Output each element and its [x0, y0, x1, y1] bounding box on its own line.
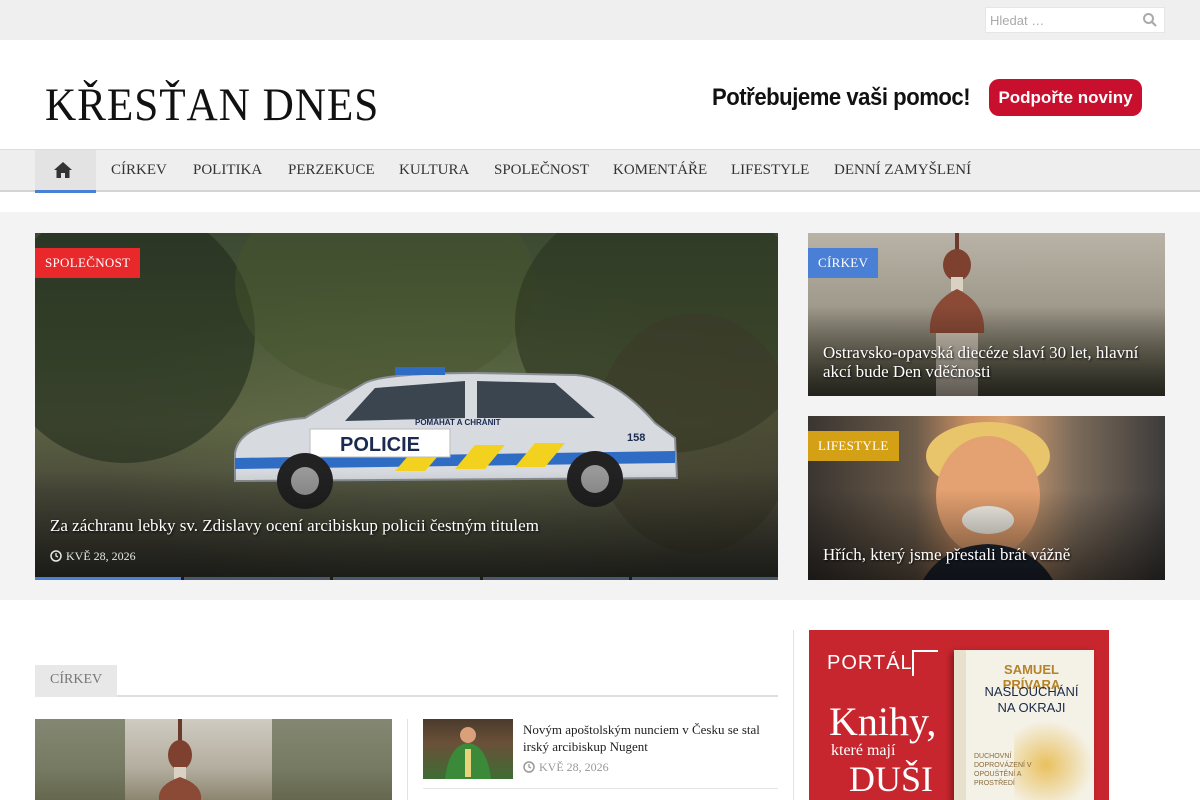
hero-category-badge[interactable]: SPOLEČNOST [35, 248, 141, 278]
nav-item-komentare[interactable]: KOMENTÁŘE [613, 150, 707, 191]
search-box [985, 7, 1165, 33]
clock-icon [523, 761, 535, 773]
hero-slide[interactable]: POLICIE POMÁHAT A CHRÁNIT 158 SPOLEČNOST… [35, 233, 778, 580]
nav-item-kultura[interactable]: KULTURA [399, 150, 469, 191]
news-item-divider [423, 788, 778, 789]
slider-dot[interactable] [482, 577, 629, 580]
column-divider [407, 719, 408, 800]
column-divider [793, 630, 794, 800]
tree-foliage [35, 719, 125, 800]
car-sign-text: POLICIE [340, 434, 420, 456]
side-feature-2-category[interactable]: LIFESTYLE [808, 431, 899, 461]
slider-dot[interactable] [631, 577, 778, 580]
side-feature-1[interactable]: CÍRKEV Ostravsko-opavská diecéze slaví 3… [808, 233, 1165, 396]
side-feature-2[interactable]: LIFESTYLE Hřích, který jsme přestali brá… [808, 416, 1165, 580]
nav-home[interactable] [35, 150, 96, 193]
book-title: NASLOUCHÁNÍ NA OKRAJI [984, 684, 1079, 715]
tree-foliage [272, 719, 392, 800]
side-feature-2-title[interactable]: Hřích, který jsme přestali brát vážně [823, 545, 1153, 564]
nav-item-politika[interactable]: POLITIKA [193, 150, 262, 191]
news-item-date-text: KVĚ 28, 2026 [539, 760, 609, 774]
ad-book-cover: SAMUEL PRÍVARA NASLOUCHÁNÍ NA OKRAJI DUC… [954, 650, 1094, 800]
nav-item-denni-zamysleni[interactable]: DENNÍ ZAMYŠLENÍ [834, 150, 971, 191]
slider-progress [35, 577, 778, 580]
slider-dot[interactable] [35, 577, 182, 580]
nav-item-cirkev[interactable]: CÍRKEV [111, 150, 167, 191]
side-feature-1-title[interactable]: Ostravsko-opavská diecéze slaví 30 let, … [823, 343, 1153, 381]
car-tag-text: POMÁHAT A CHRÁNIT [415, 418, 501, 427]
slider-dot[interactable] [333, 577, 480, 580]
site-logo[interactable]: KŘESŤAN DNES [45, 80, 379, 130]
top-bar [0, 0, 1200, 40]
hero-date-text: KVĚ 28, 2026 [66, 549, 136, 563]
clock-icon [50, 550, 62, 562]
article-thumbnail-large[interactable] [35, 719, 392, 800]
side-feature-1-category[interactable]: CÍRKEV [808, 248, 879, 278]
ad-brand: PORTÁL [827, 652, 913, 674]
advertisement-banner[interactable]: PORTÁL Knihy, které mají DUŠI SAMUEL PRÍ… [809, 630, 1109, 800]
support-button[interactable]: Podpořte noviny [989, 79, 1142, 116]
home-icon [54, 162, 72, 178]
slider-dot[interactable] [184, 577, 331, 580]
church-tower-illustration [158, 719, 202, 800]
nav-item-spolecnost[interactable]: SPOLEČNOST [494, 150, 589, 191]
book-subtitle: DUCHOVNÍ DOPROVÁZENÍ V OPOUŠTĚNÍ A PROST… [974, 753, 1032, 787]
news-item-date: KVĚ 28, 2026 [523, 760, 609, 775]
nav-item-lifestyle[interactable]: LIFESTYLE [731, 150, 809, 191]
hero-date: KVĚ 28, 2026 [50, 549, 136, 564]
priest-illustration [445, 727, 491, 779]
main-nav: CÍRKEV POLITIKA PERZEKUCE KULTURA SPOLEČ… [0, 149, 1200, 193]
side-feature-shade [808, 490, 1165, 580]
hero-title[interactable]: Za záchranu lebky sv. Zdislavy ocení arc… [50, 516, 539, 536]
news-item-title[interactable]: Novým apoštolským nunciem v Česku se sta… [523, 721, 773, 755]
search-icon[interactable] [1142, 12, 1158, 28]
search-input[interactable] [986, 8, 1136, 32]
article-thumbnail-small[interactable] [423, 719, 513, 779]
ad-headline-line1: Knihy, [829, 699, 937, 744]
car-number-text: 158 [627, 432, 645, 444]
portal-logo-icon [912, 650, 938, 676]
book-spine [954, 650, 966, 800]
help-banner-text[interactable]: Potřebujeme vaši pomoc! [712, 84, 971, 112]
section-divider [35, 695, 778, 697]
ad-headline-line3: DUŠI [849, 759, 934, 799]
section-label-cirkev[interactable]: CÍRKEV [35, 665, 118, 697]
nav-item-perzekuce[interactable]: PERZEKUCE [288, 150, 375, 191]
